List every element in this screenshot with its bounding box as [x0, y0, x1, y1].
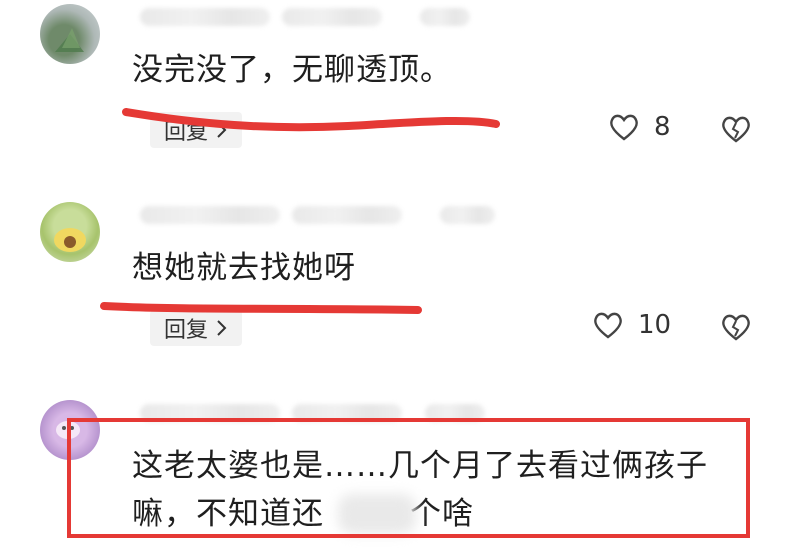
avatar[interactable] — [40, 202, 100, 262]
broken-heart-icon — [722, 314, 750, 341]
red-box-annotation — [67, 418, 750, 538]
username-blurred — [420, 8, 470, 26]
username-blurred — [440, 206, 495, 224]
like-button[interactable]: 8 — [608, 112, 671, 142]
heart-outline-icon — [610, 114, 638, 141]
reply-label: 回复 — [164, 318, 209, 343]
reply-button[interactable]: 回复 — [150, 310, 243, 346]
username-blurred — [282, 8, 382, 26]
broken-heart-icon — [722, 116, 750, 143]
username-blurred — [140, 8, 270, 26]
like-button[interactable]: 10 — [592, 310, 671, 340]
reply-button[interactable]: 回复 — [150, 112, 243, 148]
dislike-button[interactable] — [720, 312, 752, 346]
like-count: 8 — [654, 112, 671, 142]
username-blurred — [140, 206, 280, 224]
red-underline-annotation — [100, 302, 422, 314]
heart-outline-icon — [594, 312, 622, 339]
avatar-avocado-image — [54, 228, 86, 252]
chevron-right-icon — [217, 122, 227, 138]
reply-label: 回复 — [164, 120, 209, 145]
like-count: 10 — [638, 310, 672, 340]
dislike-button[interactable] — [720, 114, 752, 148]
comment-text: 想她就去找她呀 — [132, 250, 356, 286]
avatar-plant-image — [55, 28, 84, 52]
username-blurred — [292, 206, 402, 224]
avatar[interactable] — [40, 4, 100, 64]
comment-text: 没完没了，无聊透顶。 — [132, 52, 452, 88]
chevron-right-icon — [217, 320, 227, 336]
